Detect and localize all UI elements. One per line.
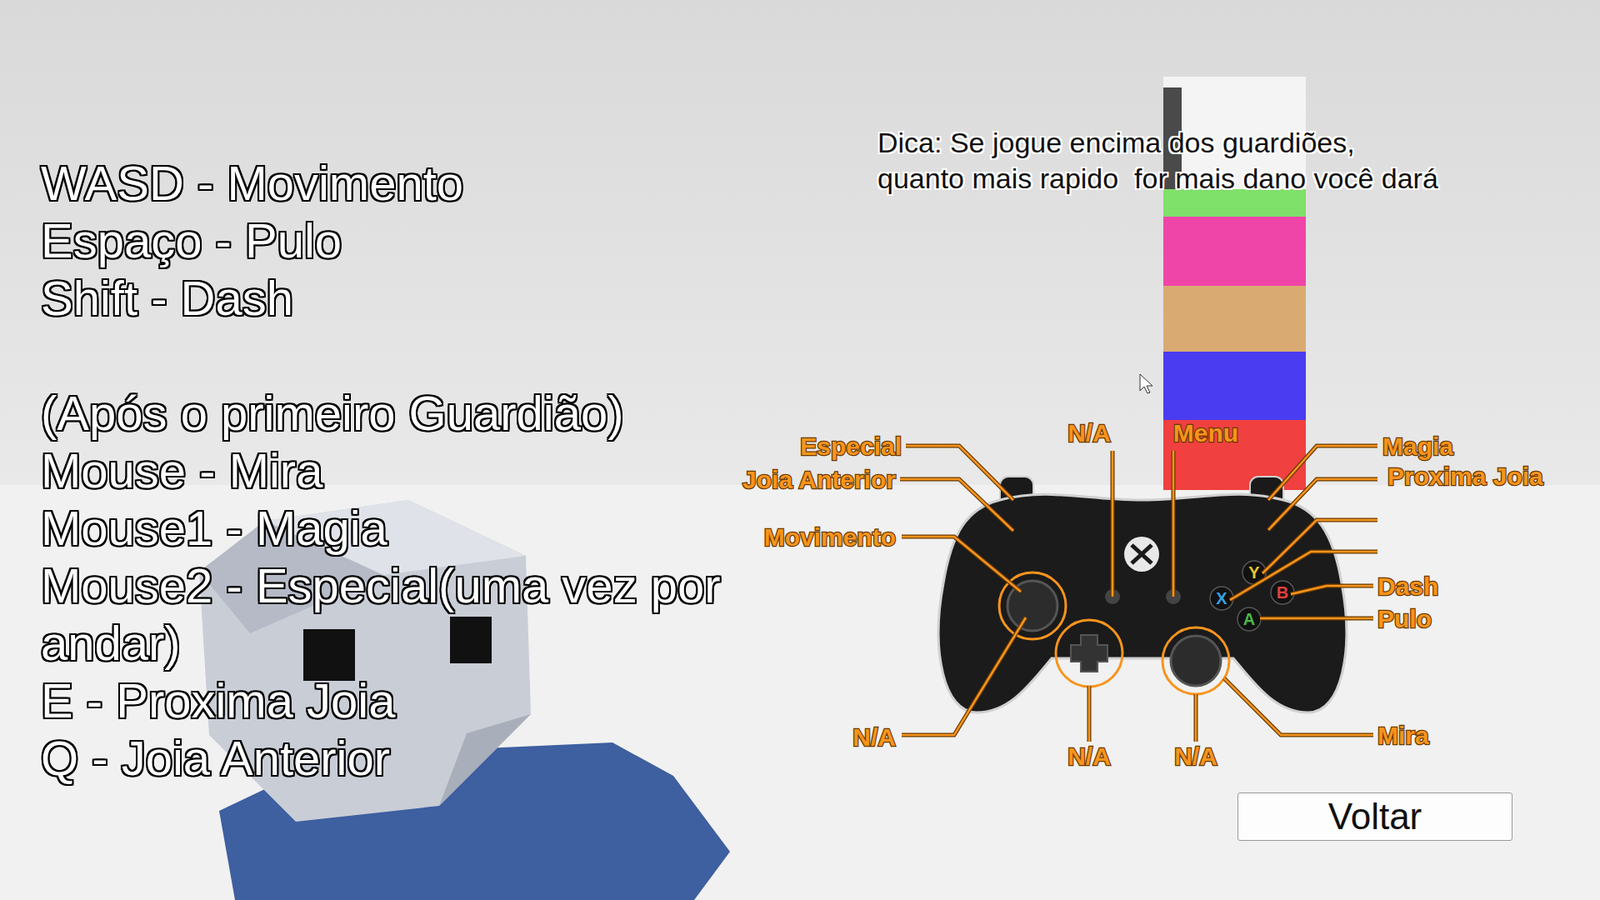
section-title: (Após o primeiro Guardião)	[40, 384, 783, 442]
callout-line	[1260, 616, 1374, 621]
callout-line	[1290, 585, 1374, 595]
callout-label: Mira	[1377, 721, 1430, 750]
callout-line	[1230, 551, 1378, 600]
controller-icon	[938, 476, 1346, 713]
callout-line	[1110, 450, 1115, 597]
control-line: Mouse1 - Magia	[40, 499, 783, 557]
callout-label: Magia	[1382, 432, 1454, 460]
controls-screen: Y X B A Especial Joia Anterior Movimento N/A Men…	[0, 0, 1600, 900]
control-line: Q - Joia Anterior	[40, 729, 783, 787]
callout-line	[901, 536, 1021, 592]
control-line: Shift - Dash	[40, 269, 783, 327]
callout-line	[1268, 445, 1378, 500]
callout-label: N/A	[1067, 742, 1111, 770]
callout-label: N/A	[1067, 419, 1111, 447]
callout-label: Proxima Joia	[1387, 462, 1544, 490]
wall	[0, 0, 1600, 492]
cursor-icon	[1140, 374, 1153, 394]
callout-label: Movimento	[764, 523, 896, 551]
control-line: WASD - Movimento	[40, 154, 783, 212]
callout-line	[901, 617, 1026, 735]
callout-line	[1268, 445, 1378, 500]
callout-line	[1195, 694, 1198, 742]
callout-line	[905, 445, 1014, 500]
control-line: Mouse - Mira	[40, 441, 783, 500]
svg-text:X: X	[1215, 589, 1228, 608]
callout-line	[1194, 694, 1199, 742]
callout-line	[1230, 551, 1378, 600]
callout-line	[1262, 520, 1378, 574]
callout-line	[1290, 585, 1374, 595]
keyboard-controls: WASD - MovimentoEspaço - PuloShift - Das…	[0, 0, 837, 900]
callout-line	[1260, 617, 1374, 620]
control-line: Espaço - Pulo	[40, 211, 783, 270]
callout-label: N/A	[852, 723, 896, 751]
callout-line	[1171, 450, 1176, 597]
content: WASD - MovimentoEspaço - PuloShift - Das…	[0, 0, 1600, 900]
svg-text:B: B	[1276, 583, 1289, 602]
svg-text:Y: Y	[1248, 563, 1260, 582]
callout-label: N/A	[1174, 742, 1218, 770]
face-button: A	[1237, 607, 1261, 631]
callout-label: Menu	[1173, 419, 1239, 447]
callout-line	[1087, 685, 1092, 742]
callout-line	[1262, 520, 1378, 574]
control-line: Mouse2 - Especial(uma vez por andar)	[40, 556, 783, 672]
callout-line	[905, 445, 1014, 500]
callout-label: Joia Anterior	[742, 465, 896, 494]
callout-line	[1172, 450, 1175, 597]
face-button: Y	[1242, 560, 1266, 585]
callout-label: Dash	[1377, 572, 1439, 600]
face-button: B	[1270, 580, 1295, 605]
tip-text: Dica: Se jogue encima dos guardiões, qua…	[877, 125, 1445, 197]
face-button: X	[1210, 586, 1234, 610]
callout-line	[1111, 450, 1115, 597]
callout-line	[1224, 678, 1374, 735]
right-panel: Dica: Se jogue encima dos guardiões, qua…	[836, 0, 1600, 900]
callout-line	[901, 617, 1026, 735]
callout-line	[1268, 479, 1378, 530]
back-button[interactable]: Voltar	[1237, 792, 1513, 841]
callout-label: Pulo	[1377, 605, 1432, 633]
control-line: E - Proxima Joia	[40, 671, 783, 730]
callout-line	[1088, 685, 1091, 742]
callout-line	[900, 479, 1014, 531]
callout-line	[900, 479, 1014, 531]
callout-line	[1268, 479, 1378, 530]
floor	[0, 485, 1600, 900]
callout-label: Especial	[800, 432, 902, 460]
callout-line	[1224, 678, 1374, 735]
svg-text:A: A	[1243, 610, 1255, 629]
callout-line	[901, 536, 1021, 592]
